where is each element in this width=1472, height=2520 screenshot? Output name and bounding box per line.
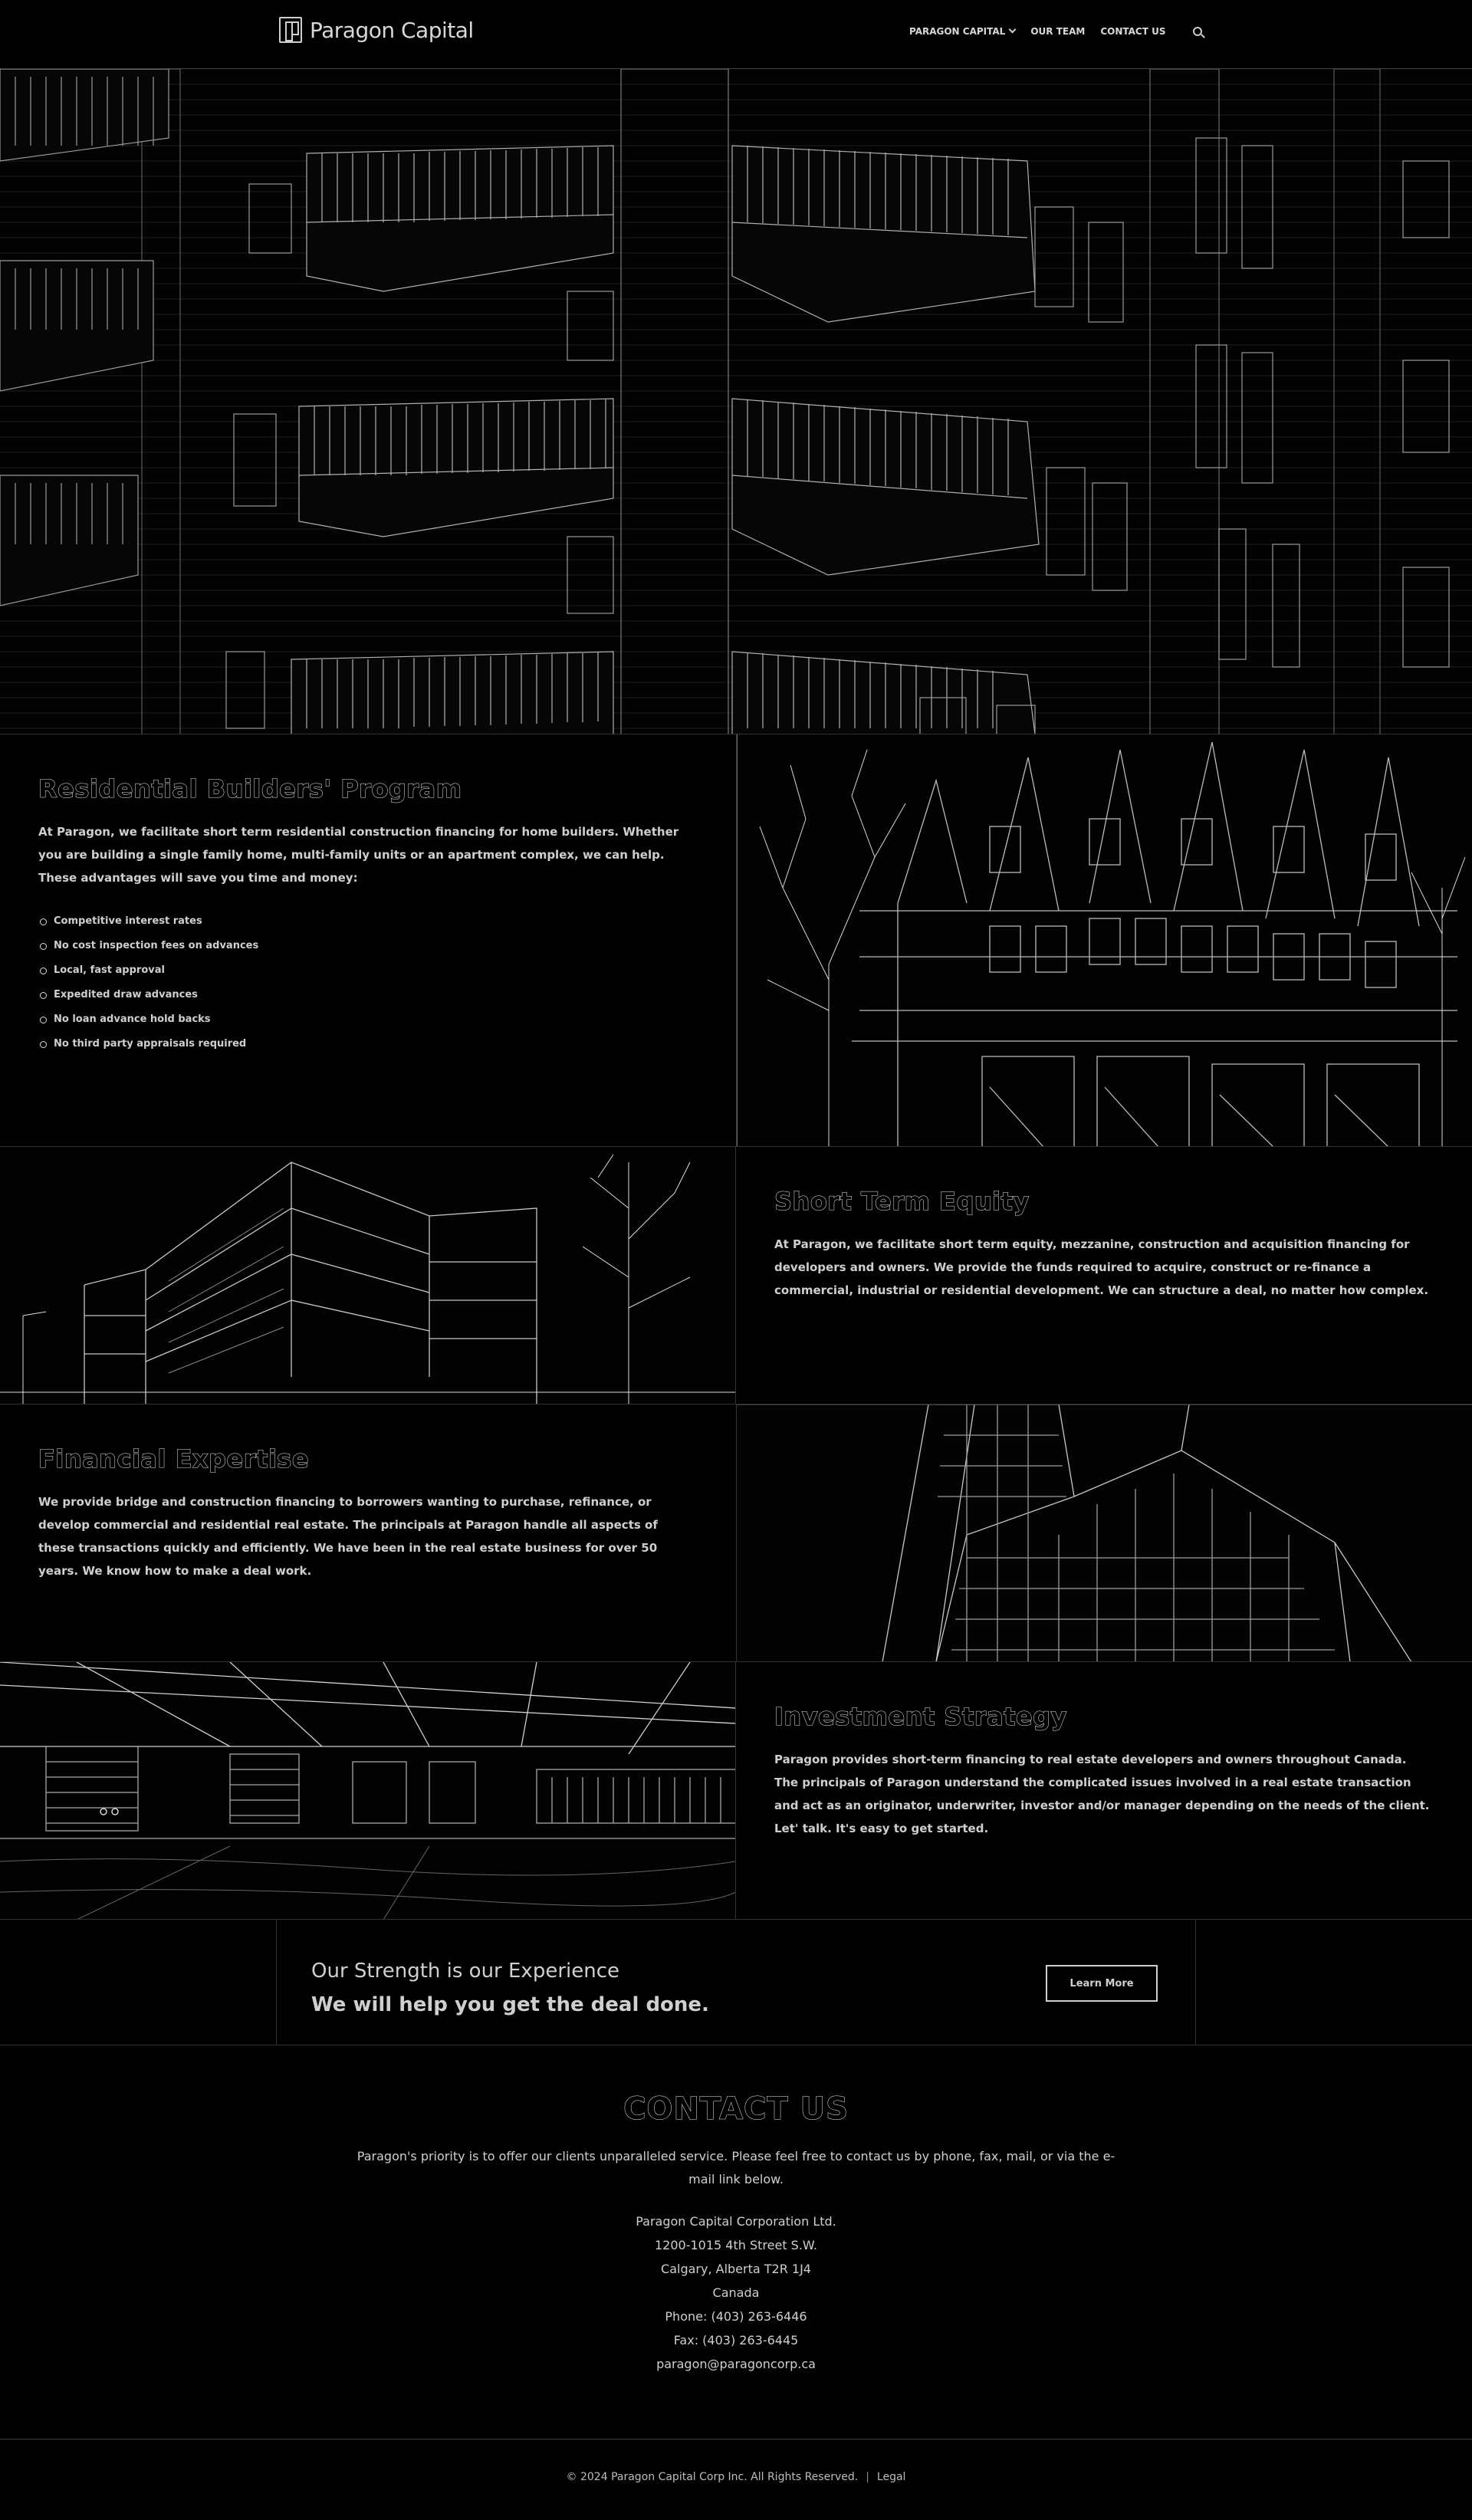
hero-image [0, 69, 1472, 734]
nav-item-our-team[interactable]: OUR TEAM [1030, 26, 1085, 37]
list-item: No loan advance hold backs [38, 1007, 698, 1032]
legal-link[interactable]: Legal [877, 2471, 906, 2483]
email-link[interactable]: paragon@paragoncorp.ca [0, 2352, 1472, 2376]
townhouses-image [736, 734, 1472, 1146]
cta-box: Our Strength is our Experience We will h… [276, 1920, 1196, 2045]
list-item: No cost inspection fees on advances [38, 934, 698, 958]
section-body: At Paragon, we facilitate short term equ… [774, 1237, 1429, 1297]
cta-heading: Our Strength is our Experience [311, 1960, 619, 1983]
list-item: Local, fast approval [38, 958, 698, 983]
city-address: Calgary, Alberta T2R 1J4 [661, 2262, 811, 2276]
contact-intro: Paragon's priority is to offer our clien… [356, 2149, 1116, 2187]
section-title: Financial Expertise [38, 1444, 310, 1474]
warehouse-image [0, 1662, 736, 1919]
logo-icon [279, 17, 302, 43]
street-address: 1200-1015 4th Street S.W. [655, 2238, 817, 2252]
company-name: Paragon Capital Corporation Ltd. [636, 2214, 836, 2229]
section-title: Residential Builders' Program [38, 774, 462, 804]
investment-text: Investment Strategy Paragon provides sho… [736, 1662, 1472, 1919]
site-footer: © 2024 Paragon Capital Corp Inc. All Rig… [0, 2440, 1472, 2515]
main-nav: PARAGON CAPITAL OUR TEAM CONTACT US [909, 25, 1203, 37]
equity-text: Short Term Equity At Paragon, we facilit… [736, 1147, 1472, 1404]
section-investment: Investment Strategy Paragon provides sho… [0, 1662, 1472, 1920]
office-building-image [0, 1147, 736, 1404]
section-body: We provide bridge and construction finan… [38, 1495, 658, 1578]
section-body: Paragon provides short-term financing to… [774, 1753, 1430, 1835]
section-title: Short Term Equity [774, 1187, 1030, 1217]
phone-number: Phone: (403) 263-6446 [665, 2309, 807, 2324]
section-body: At Paragon, we facilitate short term res… [38, 825, 679, 885]
search-icon[interactable] [1193, 27, 1203, 36]
nav-item-paragon-capital[interactable]: PARAGON CAPITAL [909, 25, 1017, 37]
copyright: © 2024 Paragon Capital Corp Inc. All Rig… [566, 2471, 859, 2483]
list-item: No third party appraisals required [38, 1032, 698, 1056]
logo[interactable]: Paragon Capital [279, 17, 474, 43]
highrise-image [736, 1405, 1472, 1661]
list-item: Competitive interest rates [38, 909, 698, 934]
cta-subheading: We will help you get the deal done. [311, 1993, 709, 2016]
nav-item-contact-us[interactable]: CONTACT US [1100, 26, 1165, 37]
section-expertise: Financial Expertise We provide bridge an… [0, 1405, 1472, 1662]
list-item: Expedited draw advances [38, 983, 698, 1007]
fax-number: Fax: (403) 263-6445 [673, 2333, 799, 2348]
footer-separator: | [866, 2471, 869, 2483]
cta-section: Our Strength is our Experience We will h… [0, 1920, 1472, 2045]
contact-title: CONTACT US [623, 2091, 849, 2127]
advantages-list: Competitive interest rates No cost inspe… [38, 909, 698, 1056]
site-header: Paragon Capital PARAGON CAPITAL OUR TEAM… [0, 0, 1472, 69]
section-title: Investment Strategy [774, 1702, 1067, 1732]
expertise-text: Financial Expertise We provide bridge an… [0, 1405, 736, 1661]
learn-more-button[interactable]: Learn More [1046, 1965, 1158, 2002]
residential-text: Residential Builders' Program At Paragon… [0, 734, 736, 1146]
contact-section: CONTACT US Paragon's priority is to offe… [0, 2045, 1472, 2440]
logo-text: Paragon Capital [310, 17, 474, 43]
chevron-down-icon [1008, 25, 1017, 34]
section-equity: Short Term Equity At Paragon, we facilit… [0, 1147, 1472, 1405]
address-block: Paragon Capital Corporation Ltd. 1200-10… [0, 2210, 1472, 2376]
section-residential: Residential Builders' Program At Paragon… [0, 734, 1472, 1147]
country: Canada [712, 2285, 760, 2300]
